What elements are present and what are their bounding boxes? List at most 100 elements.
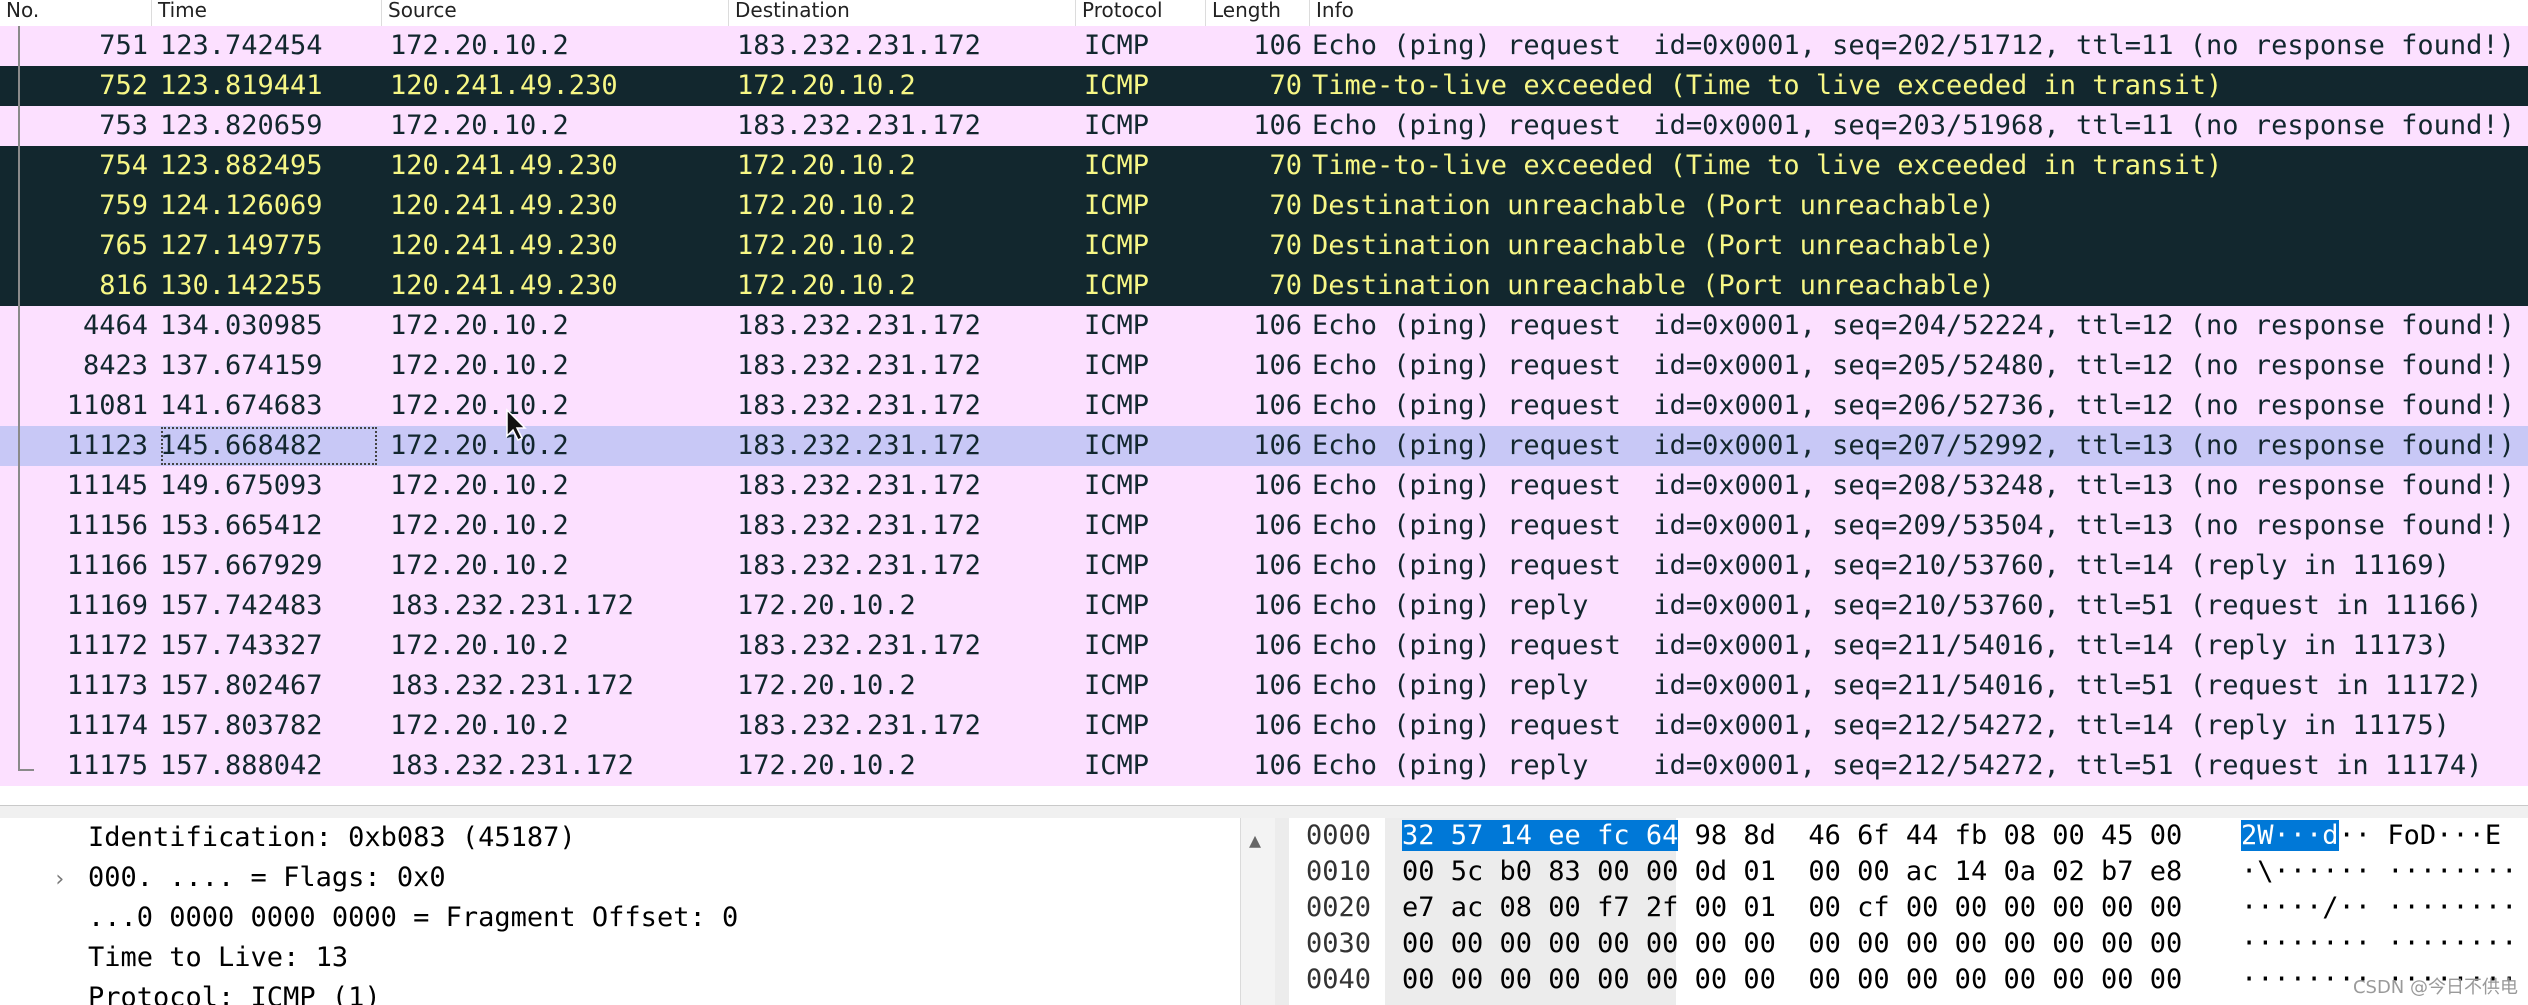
packet-cell-time: 127.149775 [160, 230, 323, 261]
packet-row[interactable]: 4464 134.030985 172.20.10.2 183.232.231.172… [0, 306, 2528, 346]
packet-cell-source: 172.20.10.2 [390, 470, 569, 501]
packet-cell-destination: 183.232.231.172 [737, 110, 981, 141]
column-header-no[interactable]: No. [0, 0, 152, 26]
packet-cell-info: Echo (ping) request id=0x0001, seq=207/5… [1312, 430, 2515, 461]
pane-divider[interactable] [1275, 818, 1289, 1005]
bytes-row: 0040 00 00 00 00 00 00 00 00 00 00 00 00 … [1289, 962, 2528, 998]
packet-row[interactable]: 11081 141.674683 172.20.10.2 183.232.231.17… [0, 386, 2528, 426]
packet-cell-source: 172.20.10.2 [390, 390, 569, 421]
packet-cell-info: Echo (ping) request id=0x0001, seq=211/5… [1312, 630, 2450, 661]
packet-row[interactable]: 11145 149.675093 172.20.10.2 183.232.231.17… [0, 466, 2528, 506]
caret-up-icon[interactable]: ▲ [1249, 828, 1261, 852]
packet-cell-info: Echo (ping) reply id=0x0001, seq=212/542… [1312, 750, 2483, 781]
bytes-ascii[interactable]: 2W···d·· FoD···E [2241, 818, 2501, 854]
packet-row[interactable]: 752 123.819441 120.241.49.230 172.20.10.2 IC… [0, 66, 2528, 106]
packet-cell-length: 106 [1253, 510, 1302, 541]
packet-cell-no: 11156 [66, 510, 148, 541]
packet-cell-protocol: ICMP [1084, 390, 1150, 421]
packet-row[interactable]: 11123 145.668482 172.20.10.2 183.232.231.17… [0, 426, 2528, 466]
column-header-destination[interactable]: Destination [729, 0, 1076, 26]
packet-cell-no: 816 [99, 270, 148, 301]
packet-cell-protocol: ICMP [1084, 70, 1150, 101]
pane-splitter[interactable] [0, 805, 2528, 819]
packet-cell-protocol: ICMP [1084, 30, 1150, 61]
packet-cell-length: 70 [1269, 190, 1302, 221]
packet-row[interactable]: 816 130.142255 120.241.49.230 172.20.10.2 IC… [0, 266, 2528, 306]
packet-cell-protocol: ICMP [1084, 630, 1150, 661]
packet-cell-source: 172.20.10.2 [390, 430, 569, 461]
bytes-hex[interactable]: e7 ac 08 00 f7 2f 00 01 00 cf 00 00 00 0… [1402, 890, 2182, 926]
detail-row[interactable]: Time to Live: 13 [88, 938, 348, 978]
packet-cell-no: 11169 [66, 590, 148, 621]
bytes-hex-text: 98 8d 46 6f 44 fb 08 00 45 00 [1678, 820, 2183, 851]
packet-list[interactable]: 751 123.742454 172.20.10.2 183.232.231.172 I… [0, 26, 2528, 786]
packet-cell-info: Time-to-live exceeded (Time to live exce… [1312, 150, 2223, 181]
packet-row[interactable]: 759 124.126069 120.241.49.230 172.20.10.2 IC… [0, 186, 2528, 226]
packet-cell-time: 123.819441 [160, 70, 323, 101]
chevron-right-icon[interactable]: › [53, 867, 66, 892]
packet-row[interactable]: 751 123.742454 172.20.10.2 183.232.231.172 I… [0, 26, 2528, 66]
bytes-ascii[interactable]: ·····/·· ········ [2241, 890, 2517, 926]
packet-cell-time: 137.674159 [160, 350, 323, 381]
packet-row[interactable]: 11166 157.667929 172.20.10.2 183.232.231.17… [0, 546, 2528, 586]
packet-cell-info: Echo (ping) reply id=0x0001, seq=211/540… [1312, 670, 2483, 701]
packet-row[interactable]: 11175 157.888042 183.232.231.172 172.20.10.… [0, 746, 2528, 786]
detail-row[interactable]: Protocol: ICMP (1) [88, 978, 381, 1005]
packet-cell-time: 153.665412 [160, 510, 323, 541]
packet-cell-no: 11175 [66, 750, 148, 781]
packet-cell-time: 123.882495 [160, 150, 323, 181]
conversation-tree-line [18, 26, 20, 771]
packet-cell-time: 123.742454 [160, 30, 323, 61]
bytes-hex[interactable]: 00 00 00 00 00 00 00 00 00 00 00 00 00 0… [1402, 926, 2182, 962]
bytes-ascii[interactable]: ········ ········ [2241, 926, 2517, 962]
packet-cell-length: 106 [1253, 710, 1302, 741]
column-header-source[interactable]: Source [382, 0, 729, 26]
packet-row[interactable]: 8423 137.674159 172.20.10.2 183.232.231.172… [0, 346, 2528, 386]
packet-cell-length: 106 [1253, 470, 1302, 501]
column-header-protocol[interactable]: Protocol [1076, 0, 1206, 26]
detail-row[interactable]: 000. .... = Flags: 0x0 [88, 858, 446, 898]
bytes-hex[interactable]: 00 5c b0 83 00 00 0d 01 00 00 ac 14 0a 0… [1402, 854, 2182, 890]
packet-cell-no: 11123 [66, 430, 148, 461]
packet-cell-protocol: ICMP [1084, 110, 1150, 141]
packet-row[interactable]: 11173 157.802467 183.232.231.172 172.20.10.… [0, 666, 2528, 706]
packet-row[interactable]: 754 123.882495 120.241.49.230 172.20.10.2 IC… [0, 146, 2528, 186]
packet-row[interactable]: 765 127.149775 120.241.49.230 172.20.10.2 IC… [0, 226, 2528, 266]
bytes-row: 0000 32 57 14 ee fc 64 98 8d 46 6f 44 fb … [1289, 818, 2528, 854]
bytes-ascii-text: ·· FoD···E [2338, 820, 2502, 851]
column-header-info[interactable]: Info [1310, 0, 2528, 26]
packet-cell-length: 106 [1253, 30, 1302, 61]
packet-row[interactable]: 753 123.820659 172.20.10.2 183.232.231.172 I… [0, 106, 2528, 146]
packet-cell-destination: 183.232.231.172 [737, 430, 981, 461]
bytes-hex-text: e7 ac 08 00 f7 2f 00 01 00 cf 00 00 00 0… [1402, 892, 2183, 923]
bytes-ascii-highlight[interactable]: 2W···d [2241, 820, 2339, 851]
bytes-hex[interactable]: 32 57 14 ee fc 64 98 8d 46 6f 44 fb 08 0… [1402, 818, 2182, 854]
bytes-ascii[interactable]: ·\······ ········ [2241, 854, 2517, 890]
column-header-time[interactable]: Time [152, 0, 382, 26]
bytes-hex[interactable]: 00 00 00 00 00 00 00 00 00 00 00 00 00 0… [1402, 962, 2182, 998]
packet-cell-no: 752 [99, 70, 148, 101]
details-scrollbar[interactable]: ▲ [1240, 818, 1276, 1005]
packet-cell-time: 141.674683 [160, 390, 323, 421]
packet-cell-no: 765 [99, 230, 148, 261]
packet-cell-source: 172.20.10.2 [390, 350, 569, 381]
packet-cell-no: 11173 [66, 670, 148, 701]
packet-row[interactable]: 11174 157.803782 172.20.10.2 183.232.231.17… [0, 706, 2528, 746]
packet-row[interactable]: 11172 157.743327 172.20.10.2 183.232.231.17… [0, 626, 2528, 666]
packet-cell-destination: 183.232.231.172 [737, 710, 981, 741]
column-header-length[interactable]: Length [1206, 0, 1310, 26]
packet-cell-destination: 183.232.231.172 [737, 30, 981, 61]
packet-cell-time: 124.126069 [160, 190, 323, 221]
bytes-row: 0010 00 5c b0 83 00 00 0d 01 00 00 ac 14 … [1289, 854, 2528, 890]
packet-row[interactable]: 11169 157.742483 183.232.231.172 172.20.10.… [0, 586, 2528, 626]
packet-cell-source: 183.232.231.172 [390, 590, 634, 621]
packet-cell-info: Echo (ping) request id=0x0001, seq=206/5… [1312, 390, 2515, 421]
detail-row[interactable]: ...0 0000 0000 0000 = Fragment Offset: 0 [88, 898, 738, 938]
packet-cell-info: Destination unreachable (Port unreachabl… [1312, 270, 1995, 301]
packet-cell-destination: 172.20.10.2 [737, 190, 916, 221]
packet-bytes-pane[interactable]: 0000 32 57 14 ee fc 64 98 8d 46 6f 44 fb … [1289, 818, 2528, 1005]
packet-row[interactable]: 11156 153.665412 172.20.10.2 183.232.231.17… [0, 506, 2528, 546]
bytes-hex-highlight[interactable]: 32 57 14 ee fc 64 [1402, 820, 1679, 851]
detail-row[interactable]: Identification: 0xb083 (45187) [88, 818, 576, 858]
packet-details-pane[interactable]: Identification: 0xb083 (45187) › 000. ....… [0, 818, 1275, 1005]
